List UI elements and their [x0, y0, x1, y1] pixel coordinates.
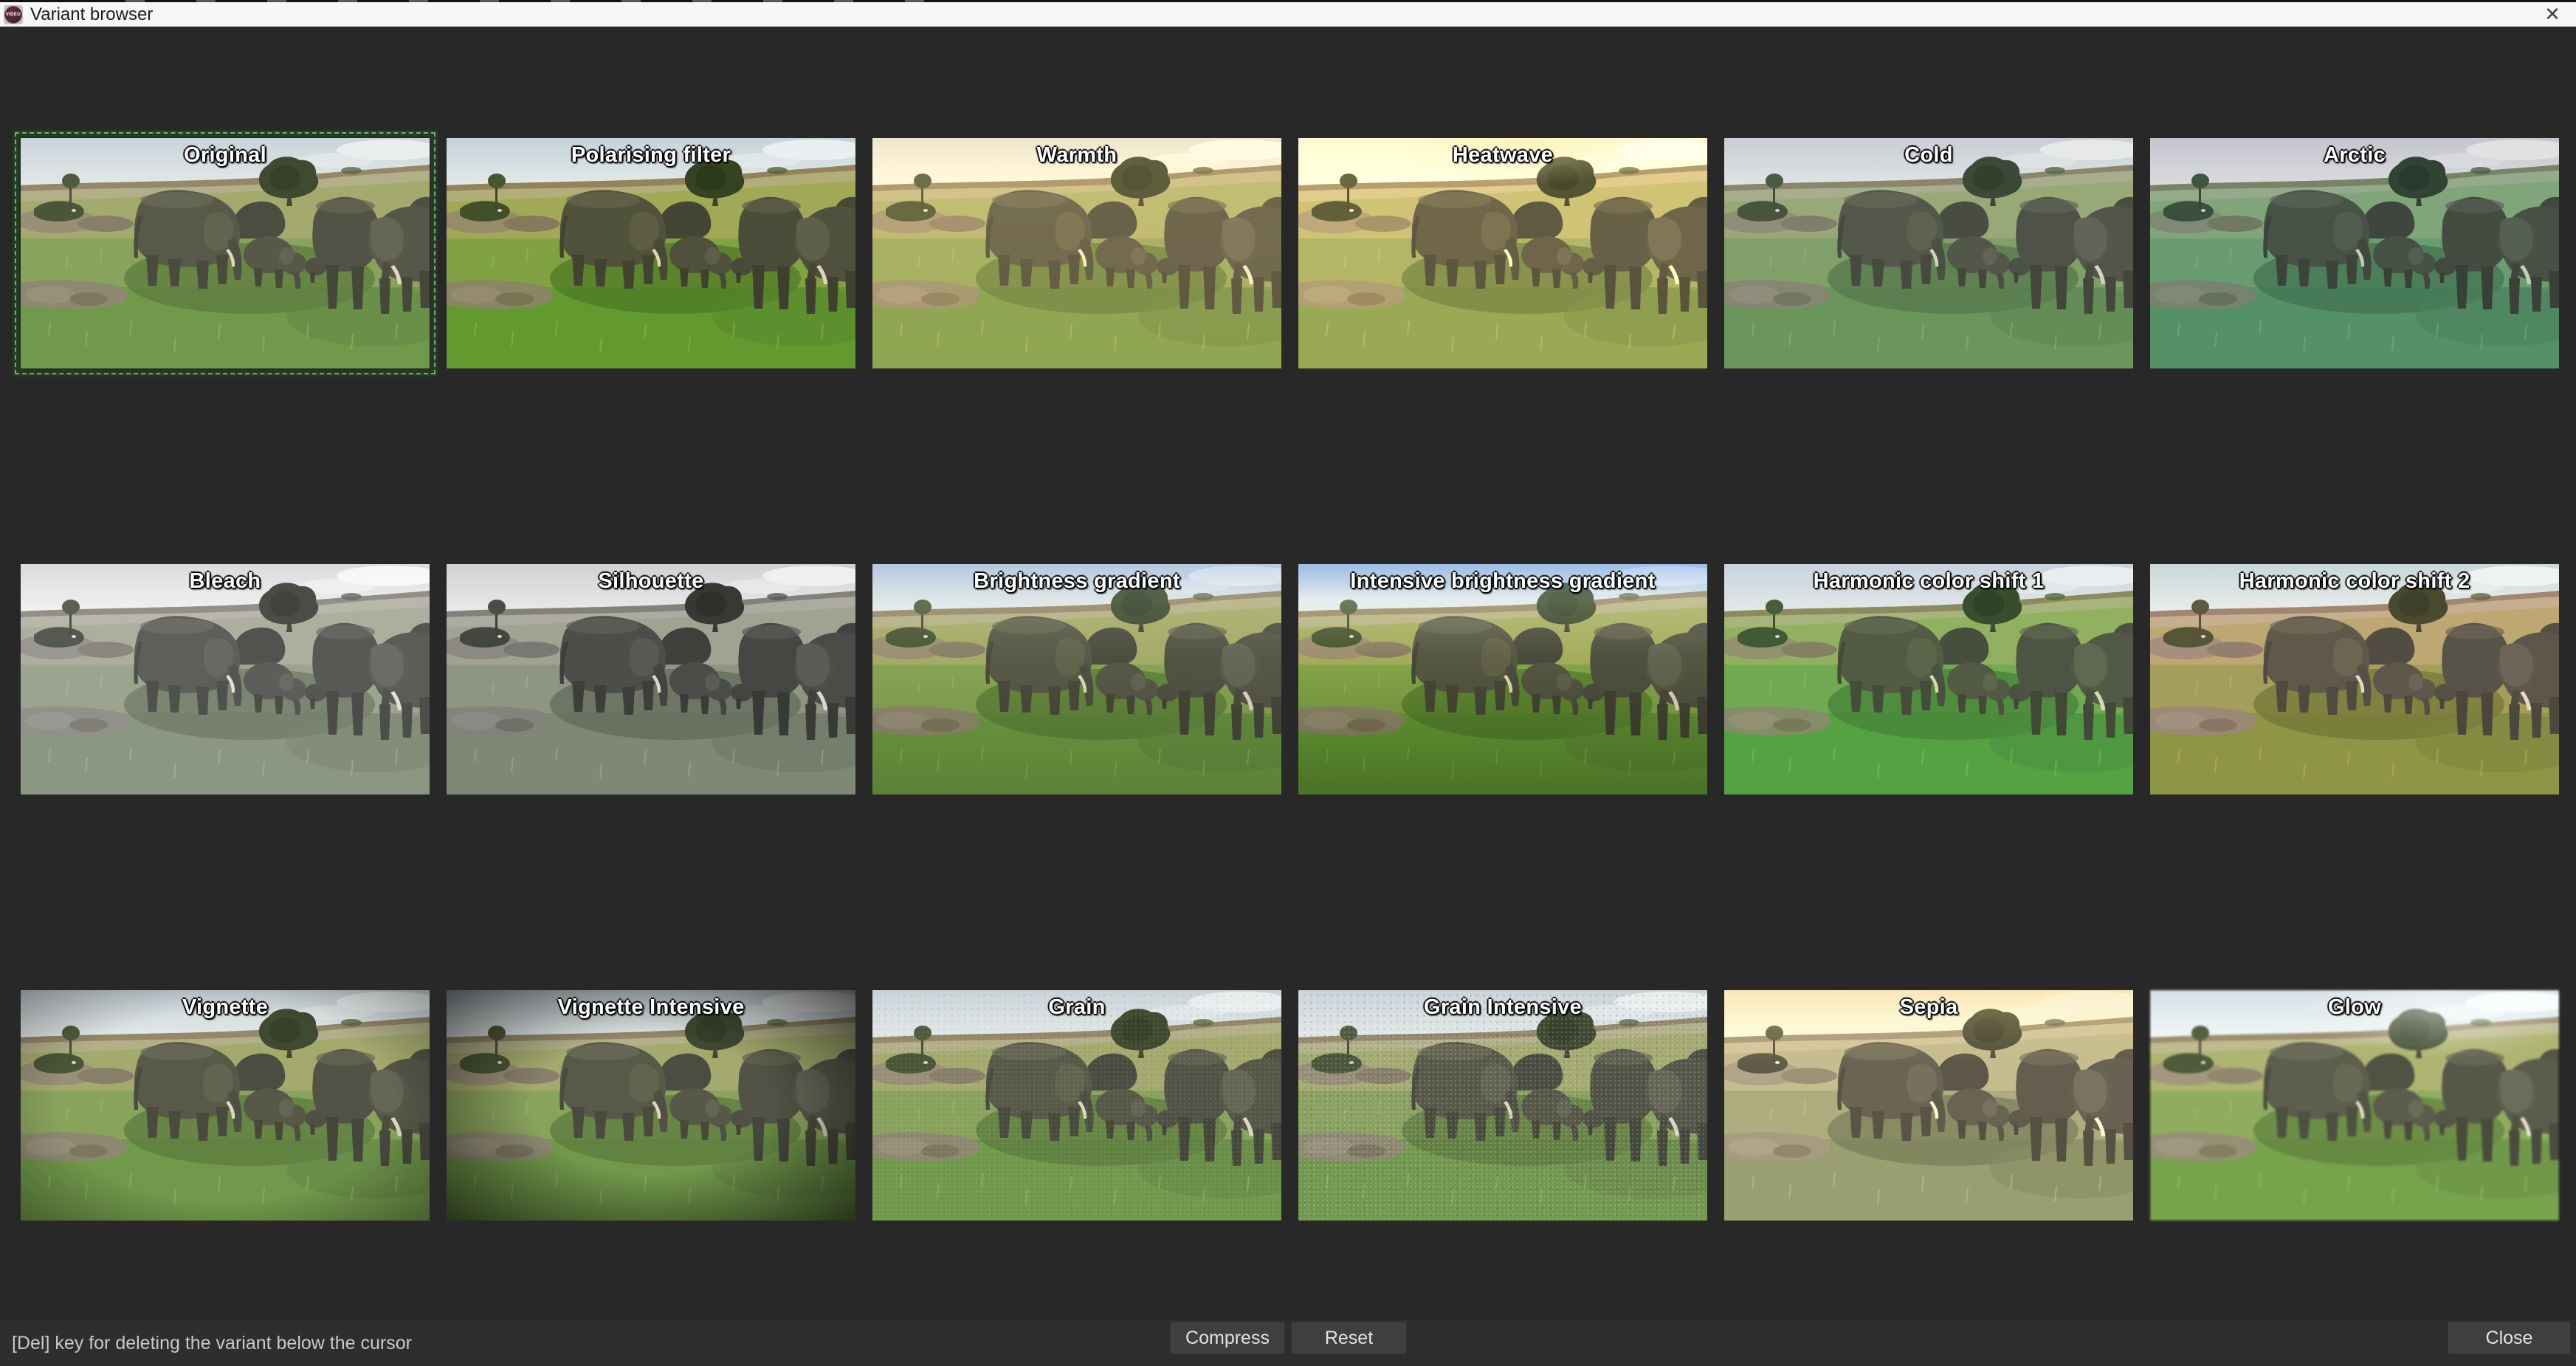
variant-preview-image [872, 990, 1281, 1221]
app-icon: VIDEO [4, 5, 23, 24]
variant-thumbnail-vignette-intensive[interactable]: Vignette Intensive [447, 990, 855, 1221]
compress-button[interactable]: Compress [1171, 1322, 1284, 1353]
variant-preview-image [2150, 990, 2559, 1221]
variant-thumbnail-brightness-gradient[interactable]: Brightness gradient [872, 564, 1281, 794]
bottom-bar: [Del] key for deleting the variant below… [0, 1319, 2576, 1366]
variant-preview-image [1298, 138, 1707, 368]
variant-thumbnail-warmth[interactable]: Warmth [872, 138, 1281, 368]
variant-thumbnail-grain-intensive[interactable]: Grain Intensive [1298, 990, 1707, 1221]
variant-thumbnail-heatwave[interactable]: Heatwave [1298, 138, 1707, 368]
variant-preview-image [21, 564, 430, 794]
variant-thumbnail-original[interactable]: Original [21, 138, 430, 368]
variant-preview-image [447, 138, 855, 368]
variant-thumbnail-silhouette[interactable]: Silhouette [447, 564, 855, 794]
video-app-icon: VIDEO [4, 6, 22, 24]
variant-thumbnail-polarising[interactable]: Polarising filter [447, 138, 855, 368]
variant-preview-image [21, 138, 430, 368]
variant-preview-image [1298, 990, 1707, 1221]
variant-thumbnail-vignette[interactable]: Vignette [21, 990, 430, 1221]
variant-preview-image [1724, 990, 2133, 1221]
variant-thumbnail-bleach[interactable]: Bleach [21, 564, 430, 794]
variant-grid: Original Polarising filter Warmth Heatwa… [21, 138, 2559, 1221]
variant-preview-image [2150, 564, 2559, 794]
variant-thumbnail-grain[interactable]: Grain [872, 990, 1281, 1221]
variant-thumbnail-arctic[interactable]: Arctic [2150, 138, 2559, 368]
variant-thumbnail-intensive-brightness-gradient[interactable]: Intensive brightness gradient [1298, 564, 1707, 794]
variant-preview-image [447, 564, 855, 794]
variant-preview-image [447, 990, 855, 1221]
variant-preview-image [1724, 564, 2133, 794]
variant-preview-image [21, 990, 430, 1221]
variant-preview-image [1724, 138, 2133, 368]
variant-preview-image [872, 138, 1281, 368]
variant-preview-image [872, 564, 1281, 794]
variant-thumbnail-harmonic-1[interactable]: Harmonic color shift 1 [1724, 564, 2133, 794]
delete-hint-text: [Del] key for deleting the variant below… [12, 1333, 412, 1354]
reset-button[interactable]: Reset [1292, 1322, 1406, 1353]
window-title: Variant browser [30, 4, 153, 25]
window-close-icon[interactable]: ✕ [2529, 2, 2576, 27]
variant-thumbnail-sepia[interactable]: Sepia [1724, 990, 2133, 1221]
variant-thumbnail-harmonic-2[interactable]: Harmonic color shift 2 [2150, 564, 2559, 794]
variant-thumbnail-cold[interactable]: Cold [1724, 138, 2133, 368]
variant-thumbnail-glow[interactable]: Glow [2150, 990, 2559, 1221]
window-titlebar: VIDEO Variant browser ✕ [0, 2, 2576, 27]
variant-preview-image [2150, 138, 2559, 368]
close-button[interactable]: Close [2448, 1322, 2570, 1353]
variant-preview-image [1298, 564, 1707, 794]
